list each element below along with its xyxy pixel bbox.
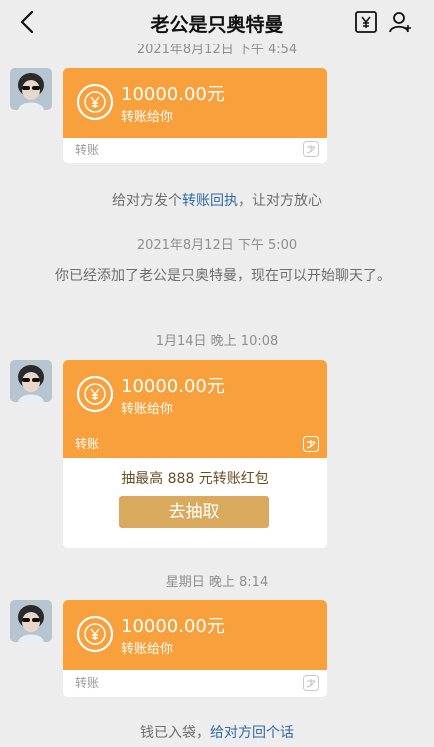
transfer-message[interactable]: 10000.00元 转账给你 转账 抽最高 888 元转账红包 去抽取	[63, 360, 327, 548]
yuan-coin-icon	[76, 615, 114, 653]
system-text: 给对方发个	[112, 193, 182, 209]
redpack-section: 抽最高 888 元转账红包 去抽取	[63, 458, 327, 548]
receipt-link[interactable]: 转账回执	[182, 193, 238, 209]
avatar[interactable]	[10, 68, 52, 110]
transfer-subtitle: 转账给你	[121, 110, 174, 125]
system-text: ，让对方放心	[238, 193, 322, 209]
transfer-subtitle: 转账给你	[121, 642, 174, 657]
transfer-amount: 10000.00元	[121, 376, 225, 397]
redpack-text: 抽最高 888 元转账红包	[121, 471, 269, 487]
transfer-icon[interactable]	[354, 10, 378, 34]
draw-redpack-button[interactable]: 去抽取	[119, 496, 269, 528]
transfer-amount: 10000.00元	[121, 616, 225, 637]
timestamp: 2021年8月12日 下午 5:00	[136, 238, 298, 253]
system-message-receipt: 给对方发个转账回执，让对方放心	[0, 190, 434, 210]
alipay-logo-icon	[303, 141, 319, 157]
transfer-message[interactable]: 10000.00元 转账给你 转账	[63, 68, 327, 163]
timestamp: 星期日 晚上 8:14	[165, 575, 269, 590]
system-text: 钱已入袋，	[140, 725, 210, 741]
alipay-logo-icon	[303, 675, 319, 691]
transfer-subtitle: 转账给你	[121, 402, 174, 417]
avatar[interactable]	[10, 360, 52, 402]
system-message-added: 你已经添加了老公是只奥特曼，现在可以开始聊天了。	[55, 268, 391, 284]
yuan-coin-icon	[76, 83, 114, 121]
chat-header: 老公是只奥特曼	[0, 0, 434, 44]
avatar-image	[10, 68, 52, 110]
alipay-logo-icon	[303, 436, 319, 452]
system-message-received: 钱已入袋，给对方回个话	[0, 722, 434, 742]
transfer-footer-label: 转账	[75, 437, 100, 451]
transfer-message[interactable]: 10000.00元 转账给你 转账	[63, 600, 327, 697]
avatar-image	[10, 600, 52, 642]
timestamp: 1月14日 晚上 10:08	[155, 334, 279, 349]
avatar-image	[10, 360, 52, 402]
reply-link[interactable]: 给对方回个话	[210, 725, 294, 741]
transfer-footer-label: 转账	[75, 676, 100, 690]
avatar[interactable]	[10, 600, 52, 642]
transfer-footer-label: 转账	[75, 143, 100, 157]
person-icon[interactable]	[388, 10, 412, 34]
transfer-amount: 10000.00元	[121, 84, 225, 105]
yuan-coin-icon	[76, 375, 114, 413]
